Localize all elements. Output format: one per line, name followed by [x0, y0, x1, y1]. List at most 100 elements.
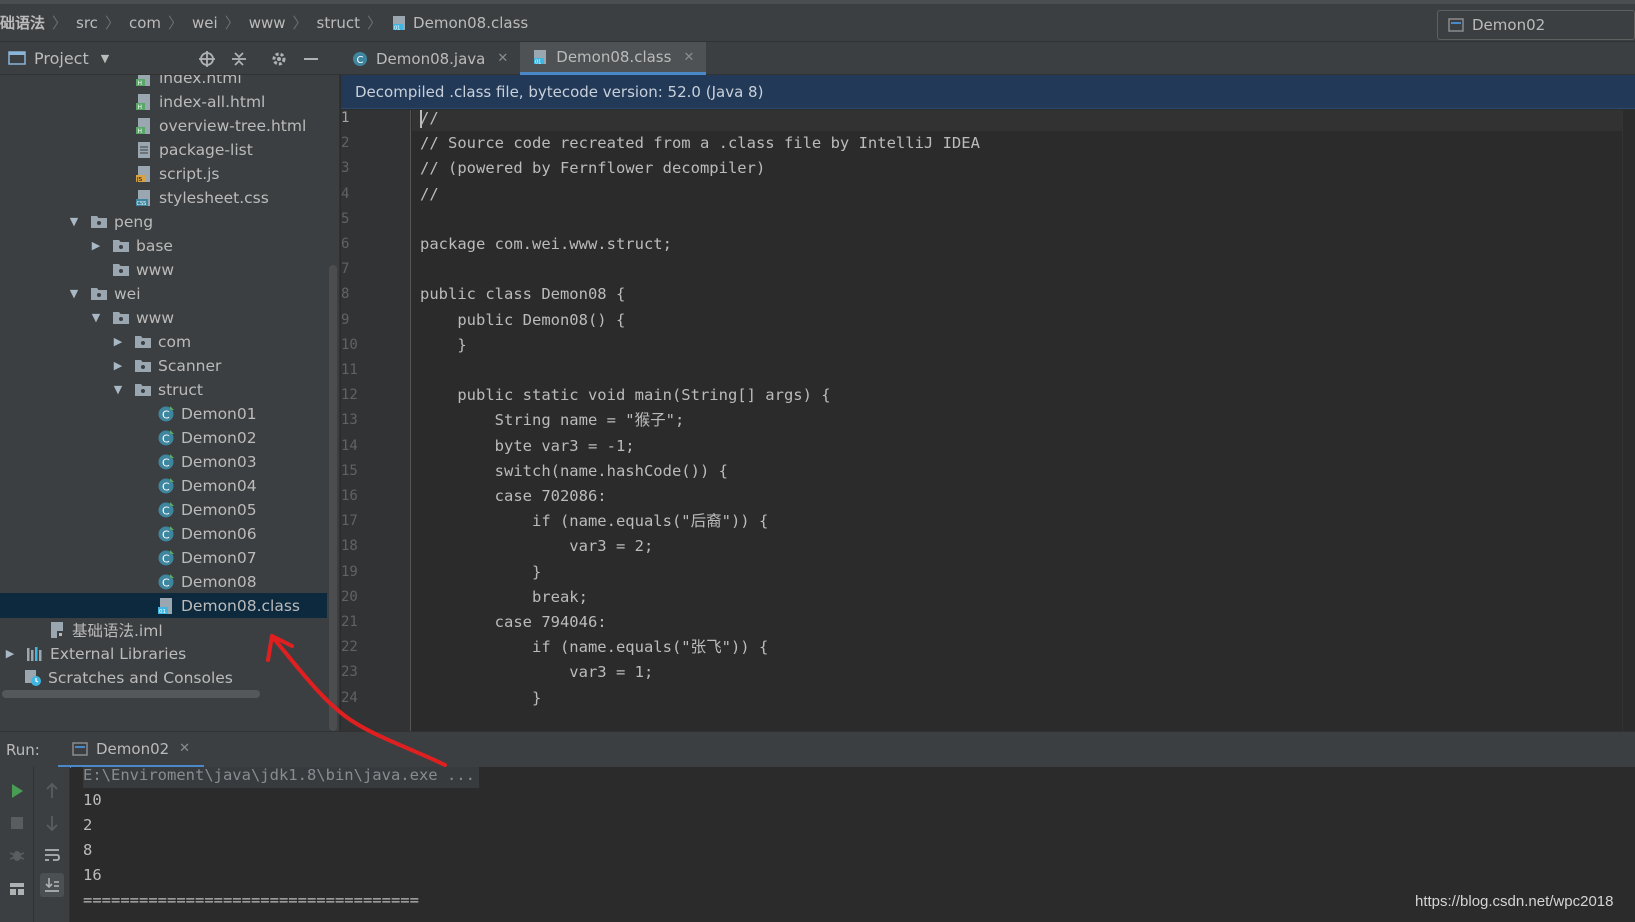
- tree-item[interactable]: ▶ com: [0, 329, 327, 354]
- tab-demon08-class[interactable]: 01 Demon08.class ✕: [520, 42, 707, 75]
- tree-item[interactable]: Hindex-all.html: [0, 89, 327, 114]
- code-line[interactable]: var3 = 2;: [420, 533, 653, 559]
- breadcrumb-label[interactable]: com: [129, 14, 161, 32]
- tree-item-label[interactable]: index-all.html: [159, 93, 265, 111]
- code-line[interactable]: case 794046:: [420, 609, 607, 635]
- code-line[interactable]: public static void main(String[] args) {: [420, 382, 830, 408]
- code-line[interactable]: case 702086:: [420, 483, 607, 509]
- project-view-selector[interactable]: Project ▼: [8, 49, 109, 68]
- tree-item-label[interactable]: Demon08.class: [181, 597, 300, 615]
- tree-item-label[interactable]: Demon08: [181, 573, 257, 591]
- tree-item[interactable]: ▼ www: [0, 305, 327, 330]
- breadcrumb-label[interactable]: 础语法: [0, 12, 45, 33]
- tree-item-label[interactable]: base: [136, 237, 173, 255]
- breadcrumb-label[interactable]: src: [76, 14, 98, 32]
- collapse-all-icon[interactable]: [230, 50, 248, 68]
- collapse-arrow-icon[interactable]: ▶: [90, 239, 102, 252]
- tree-item[interactable]: C Demon01: [0, 401, 327, 426]
- tree-item-label[interactable]: com: [158, 333, 191, 351]
- tree-item[interactable]: ▼ wei: [0, 281, 327, 306]
- tree-item-label[interactable]: wei: [114, 285, 141, 303]
- code-line[interactable]: // (powered by Fernflower decompiler): [420, 155, 765, 181]
- stop-button[interactable]: [5, 811, 29, 835]
- run-config-selector[interactable]: Demon02: [1437, 10, 1635, 40]
- tree-item-label[interactable]: www: [136, 261, 174, 279]
- run-config-label[interactable]: Demon02: [1472, 16, 1545, 34]
- console-output[interactable]: E:\Enviroment\java\jdk1.8\bin\java.exe .…: [71, 767, 1635, 922]
- code-line[interactable]: String name = "猴子";: [420, 407, 685, 433]
- minimize-icon[interactable]: [302, 50, 320, 68]
- collapse-arrow-icon[interactable]: ▶: [4, 647, 16, 660]
- tree-item[interactable]: C Demon04: [0, 473, 327, 498]
- code-line[interactable]: public class Demon08 {: [420, 281, 625, 307]
- layout-button[interactable]: [5, 877, 29, 901]
- code-line[interactable]: var3 = 1;: [420, 659, 653, 685]
- tree-item[interactable]: C Demon02: [0, 425, 327, 450]
- tree-item-label[interactable]: peng: [114, 213, 153, 231]
- gear-icon[interactable]: [270, 50, 288, 68]
- code-line[interactable]: // Source code recreated from a .class f…: [420, 130, 980, 156]
- code-line[interactable]: if (name.equals("后裔")) {: [420, 508, 768, 534]
- scroll-to-end-button[interactable]: [40, 873, 64, 897]
- tree-item-label[interactable]: stylesheet.css: [159, 189, 269, 207]
- code-line[interactable]: public Demon08() {: [420, 307, 625, 333]
- tree-item[interactable]: package-list: [0, 137, 327, 162]
- code-line[interactable]: }: [420, 559, 541, 585]
- tree-item[interactable]: C Demon03: [0, 449, 327, 474]
- tree-item[interactable]: JS script.js: [0, 161, 327, 186]
- tree-item-label[interactable]: www: [136, 309, 174, 327]
- tree-item[interactable]: Hindex.html: [0, 75, 327, 90]
- soft-wrap-button[interactable]: [40, 843, 64, 867]
- tree-item[interactable]: ▶ Scanner: [0, 353, 327, 378]
- tree-vertical-scrollbar[interactable]: [329, 265, 337, 731]
- tree-item-label[interactable]: struct: [158, 381, 203, 399]
- tree-item[interactable]: CSS stylesheet.css: [0, 185, 327, 210]
- expand-arrow-icon[interactable]: ▼: [112, 383, 124, 396]
- run-tab-demon02[interactable]: Demon02 ✕: [58, 732, 205, 768]
- tree-item[interactable]: C Demon05: [0, 497, 327, 522]
- tree-item[interactable]: C Demon06: [0, 521, 327, 546]
- tree-item-label[interactable]: script.js: [159, 165, 220, 183]
- tree-item-label[interactable]: Demon02: [181, 429, 257, 447]
- debug-button[interactable]: [5, 843, 29, 867]
- tree-item[interactable]: Scratches and Consoles: [0, 665, 327, 690]
- tree-item-label[interactable]: Demon04: [181, 477, 257, 495]
- breadcrumb-label[interactable]: www: [249, 14, 286, 32]
- tree-item-label[interactable]: External Libraries: [50, 645, 186, 663]
- tree-item-label[interactable]: Demon01: [181, 405, 257, 423]
- code-line[interactable]: }: [420, 685, 541, 711]
- code-line[interactable]: //: [420, 181, 439, 207]
- breadcrumb-item[interactable]: www 〉: [249, 12, 317, 33]
- code-line[interactable]: //: [412, 110, 1622, 131]
- tree-horizontal-scrollbar[interactable]: [2, 690, 260, 698]
- tree-item[interactable]: ▶ base: [0, 233, 327, 258]
- tree-item[interactable]: www: [0, 257, 327, 282]
- tree-item-label[interactable]: Demon05: [181, 501, 257, 519]
- breadcrumb-item[interactable]: com 〉: [129, 12, 192, 33]
- breadcrumb-label[interactable]: Demon08.class: [413, 14, 528, 32]
- tab-demon08-java[interactable]: C Demon08.java ✕: [340, 42, 520, 75]
- run-tab-label[interactable]: Demon02: [96, 740, 169, 758]
- tree-item[interactable]: ▶ External Libraries: [0, 641, 327, 666]
- close-icon[interactable]: ✕: [179, 741, 190, 756]
- tab-label[interactable]: Demon08.class: [556, 48, 671, 66]
- tab-label[interactable]: Demon08.java: [376, 50, 485, 68]
- breadcrumb-label[interactable]: wei: [192, 14, 218, 32]
- breadcrumb-item[interactable]: wei 〉: [192, 12, 249, 33]
- breadcrumb-item[interactable]: struct 〉: [317, 12, 392, 33]
- tree-item-label[interactable]: Scratches and Consoles: [48, 669, 233, 687]
- close-icon[interactable]: ✕: [497, 51, 508, 66]
- expand-arrow-icon[interactable]: ▼: [90, 311, 102, 324]
- tree-item-label[interactable]: index.html: [159, 75, 242, 87]
- code-line[interactable]: break;: [420, 584, 588, 610]
- rerun-button[interactable]: [5, 779, 29, 803]
- tree-item-label[interactable]: Demon06: [181, 525, 257, 543]
- code-line[interactable]: if (name.equals("张飞")) {: [420, 634, 768, 660]
- tree-item[interactable]: ▼ peng: [0, 209, 327, 234]
- close-icon[interactable]: ✕: [683, 50, 694, 65]
- scroll-up-button[interactable]: [40, 779, 64, 803]
- tree-item[interactable]: ▼ struct: [0, 377, 327, 402]
- tree-item[interactable]: C Demon08: [0, 569, 327, 594]
- code-line[interactable]: }: [420, 332, 466, 358]
- tree-item-label[interactable]: overview-tree.html: [159, 117, 306, 135]
